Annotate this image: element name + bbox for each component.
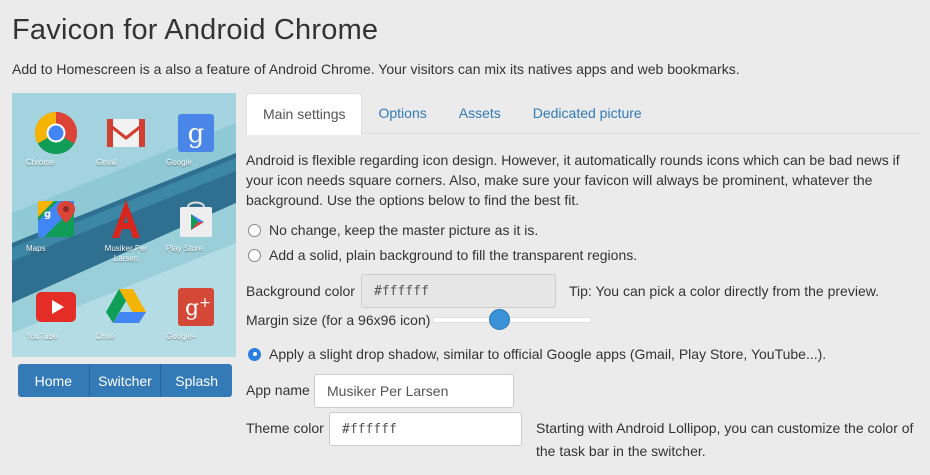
app-name-label: App name (246, 382, 310, 398)
description-text: Android is flexible regarding icon desig… (246, 152, 900, 208)
settings-tabs: Main settings Options Assets Dedicated p… (246, 93, 920, 135)
app-chrome[interactable]: Chrome (26, 111, 86, 167)
app-label: Google+ (166, 332, 197, 341)
tab-assets[interactable]: Assets (443, 93, 517, 134)
add-background-radio[interactable] (248, 248, 261, 262)
app-label: Play Store (166, 244, 203, 253)
app-label: Chrome (26, 158, 55, 167)
google-search-icon: g (174, 111, 218, 155)
theme-color-label: Theme color (246, 420, 324, 436)
background-tip: Tip: You can pick a color directly from … (569, 283, 879, 299)
svg-text:g: g (188, 119, 205, 149)
margin-slider-handle[interactable] (489, 309, 511, 330)
option-label: No change, keep the master picture as it… (269, 222, 539, 238)
youtube-icon (34, 285, 78, 329)
app-label: Drive (96, 332, 115, 341)
switcher-button[interactable]: Switcher (89, 364, 162, 397)
home-button[interactable]: Home (18, 364, 90, 397)
play-store-icon (174, 197, 218, 241)
svg-text:g: g (44, 209, 51, 220)
tab-options[interactable]: Options (362, 93, 442, 134)
musiker-per-larsen-icon (104, 197, 148, 241)
preview-mode-buttons: Home Switcher Splash (18, 364, 232, 397)
svg-text:g: g (185, 296, 199, 321)
drive-icon (104, 285, 148, 329)
page-title: Favicon for Android Chrome (12, 14, 379, 46)
margin-size-label: Margin size (for a 96x96 icon) (246, 312, 431, 328)
option-label: Apply a slight drop shadow, similar to o… (269, 346, 827, 362)
option-no-change[interactable]: No change, keep the master picture as it… (246, 220, 538, 240)
theme-color-note: Starting with Android Lollipop, you can … (536, 420, 914, 459)
tab-main-settings[interactable]: Main settings (246, 93, 363, 135)
splash-button[interactable]: Splash (161, 364, 232, 397)
page-subtitle: Add to Homescreen is a also a feature of… (12, 61, 740, 77)
app-name-input[interactable]: Musiker Per Larsen (314, 374, 514, 408)
option-drop-shadow[interactable]: Apply a slight drop shadow, similar to o… (246, 344, 826, 364)
tab-dedicated-picture[interactable]: Dedicated picture (517, 93, 658, 134)
main-settings-panel: Android is flexible regarding icon desig… (246, 150, 920, 210)
svg-text:+: + (199, 295, 211, 311)
maps-icon: g (34, 197, 78, 241)
app-musiker-per-larsen[interactable]: Musiker Per Larsen (96, 197, 156, 263)
no-change-radio[interactable] (248, 223, 261, 237)
background-color-label: Background color (246, 283, 355, 299)
app-google[interactable]: g Google (166, 111, 226, 167)
app-label: Maps (26, 244, 46, 253)
background-color-field[interactable]: #ffffff (361, 274, 556, 308)
gmail-icon (104, 111, 148, 155)
app-maps[interactable]: g Maps (26, 197, 86, 253)
android-home-preview: Chrome Gmail g Google g Maps Musiker Per… (12, 93, 236, 357)
app-google-plus[interactable]: g + Google+ (166, 285, 226, 341)
chrome-icon (34, 111, 78, 155)
app-label: Musiker Per Larsen (104, 244, 148, 263)
option-label: Add a solid, plain background to fill th… (269, 247, 638, 263)
app-label: YouTube (26, 332, 58, 341)
app-gmail[interactable]: Gmail (96, 111, 156, 167)
app-drive[interactable]: Drive (96, 285, 156, 341)
drop-shadow-radio[interactable] (248, 347, 261, 361)
google-plus-icon: g + (174, 285, 218, 329)
margin-slider-track[interactable] (432, 317, 592, 323)
app-label: Gmail (96, 158, 117, 167)
app-play-store[interactable]: Play Store (166, 197, 226, 253)
theme-color-field[interactable]: #ffffff (329, 412, 522, 446)
app-youtube[interactable]: YouTube (26, 285, 86, 341)
option-add-background[interactable]: Add a solid, plain background to fill th… (246, 245, 637, 265)
app-label: Google (166, 158, 192, 167)
